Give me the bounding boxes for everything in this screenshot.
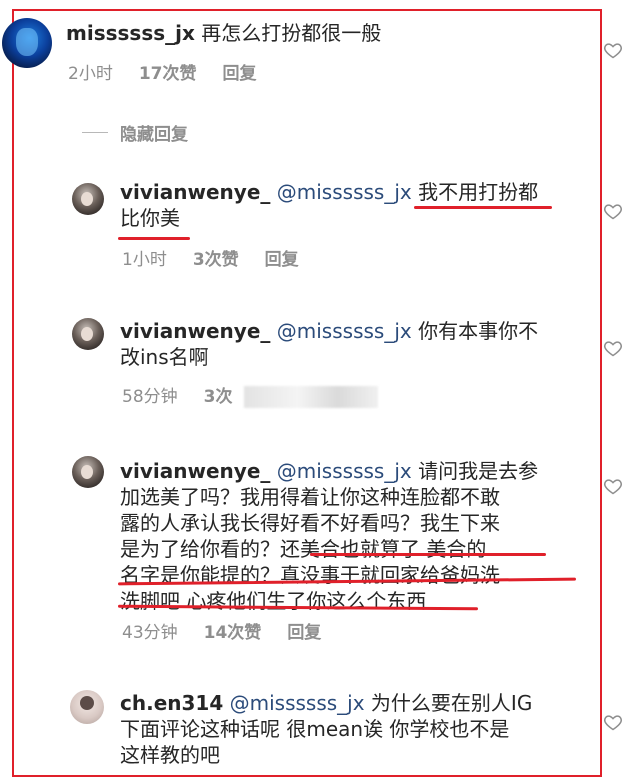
comment-time: 43分钟: [122, 623, 178, 643]
comment-time: 58分钟: [122, 387, 178, 407]
heart-icon: [604, 204, 622, 220]
underline-annotation: [414, 206, 552, 209]
comment-text: 是为了给你看的？还美合也就算了 美合的: [120, 537, 487, 561]
comment-likes[interactable]: 14次赞: [204, 622, 262, 644]
comment-meta: 58分钟 3次: [122, 386, 232, 408]
heart-icon: [604, 715, 622, 731]
comment-likes[interactable]: 3次赞: [193, 249, 239, 271]
hide-replies-toggle[interactable]: 隐藏回复: [82, 120, 188, 145]
comment-body: vivianwenye_ @missssss_jx 请问我是去参 加选美了吗？我…: [120, 458, 580, 614]
mention-link[interactable]: @missssss_jx: [277, 459, 412, 483]
comment-username[interactable]: missssss_jx: [66, 21, 195, 45]
comment-likes[interactable]: 17次赞: [139, 63, 197, 85]
comment-body: vivianwenye_ @missssss_jx 你有本事你不 改ins名啊: [120, 318, 560, 370]
mention-link[interactable]: @missssss_jx: [230, 691, 365, 715]
comment-username[interactable]: vivianwenye_: [120, 319, 270, 343]
comment-meta: 2小时 17次赞 回复: [68, 63, 257, 85]
divider: [82, 132, 108, 133]
like-button[interactable]: [603, 712, 623, 732]
comment-body: ch.en314 @missssss_jx 为什么要在别人IG 下面评论这种话呢…: [120, 690, 580, 768]
reply-button[interactable]: 回复: [223, 63, 257, 85]
comment-text: 加选美了吗？我用得着让你这种连脸都不敢: [120, 485, 500, 509]
avatar[interactable]: [2, 18, 52, 68]
comment-text: 改ins名啊: [120, 345, 209, 369]
comment-body: missssss_jx 再怎么打扮都很一般: [66, 20, 381, 46]
redacted-region: [244, 386, 378, 408]
comment-text: 下面评论这种话呢 很mean诶 你学校也不是: [120, 717, 510, 741]
avatar[interactable]: [72, 456, 104, 488]
hide-replies-label: 隐藏回复: [120, 125, 188, 145]
comment-text: 洗脚吧 心疼他们生了你这么个东西: [120, 589, 427, 613]
heart-icon: [604, 43, 622, 59]
reply-button[interactable]: 回复: [265, 249, 299, 271]
comment-body: vivianwenye_ @missssss_jx 我不用打扮都 比你美: [120, 179, 560, 231]
mention-link[interactable]: @missssss_jx: [277, 180, 412, 204]
like-button[interactable]: [603, 338, 623, 358]
comment-time: 1小时: [122, 250, 167, 270]
avatar[interactable]: [72, 183, 104, 215]
heart-icon: [604, 479, 622, 495]
comment-text: 露的人承认我长得好看不好看吗？我生下来: [120, 511, 500, 535]
comment-time: 2小时: [68, 64, 113, 84]
reply-button[interactable]: 回复: [287, 622, 321, 644]
comment-text: 为什么要在别人IG: [370, 691, 533, 715]
avatar[interactable]: [72, 318, 104, 350]
comment-meta: 1小时 3次赞 回复: [122, 249, 299, 271]
avatar[interactable]: [70, 690, 104, 724]
comment-username[interactable]: vivianwenye_: [120, 459, 270, 483]
comment-text: 这样教的吧: [120, 743, 220, 767]
mention-link[interactable]: @missssss_jx: [277, 319, 412, 343]
like-button[interactable]: [603, 40, 623, 60]
comment-meta: 43分钟 14次赞 回复: [122, 622, 321, 644]
like-button[interactable]: [603, 201, 623, 221]
comment-username[interactable]: vivianwenye_: [120, 180, 270, 204]
comment-text: 我不用打扮都: [418, 180, 539, 204]
underline-annotation: [118, 237, 190, 240]
comment-text: 请问我是去参: [418, 459, 539, 483]
heart-icon: [604, 341, 622, 357]
comment-username[interactable]: ch.en314: [120, 691, 223, 715]
comment-text: 你有本事你不: [418, 319, 539, 343]
underline-annotation: [310, 553, 546, 556]
like-button[interactable]: [603, 476, 623, 496]
comment-text: 再怎么打扮都很一般: [201, 21, 382, 45]
comment-likes[interactable]: 3次: [204, 386, 233, 408]
